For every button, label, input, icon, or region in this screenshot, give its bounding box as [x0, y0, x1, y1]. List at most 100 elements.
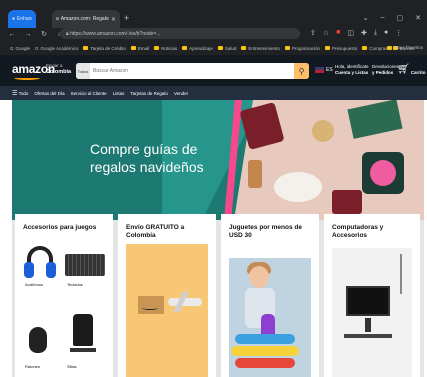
tab-search-icon[interactable]: ⌄	[363, 14, 369, 22]
lamp-image	[400, 254, 402, 294]
new-tab-button[interactable]: +	[124, 13, 129, 23]
child-image	[249, 266, 269, 288]
bookmark-folder[interactable]: Entretenimiento	[241, 46, 280, 51]
monitor-image	[365, 318, 371, 332]
tile-label[interactable]: Teclados	[67, 282, 83, 287]
nav-item[interactable]: Vender	[174, 91, 188, 96]
card-computers[interactable]: Computadoras y Accesorios	[324, 214, 420, 377]
card-title: Accesorios para juegos	[23, 224, 97, 231]
bookmark-folder[interactable]: Noticias	[154, 46, 177, 51]
account-menu[interactable]: Hola, identifícate Cuenta y Listas	[335, 64, 369, 76]
minimize-icon[interactable]: –	[381, 14, 385, 22]
hero-title: Compre guías de regalos navideños	[90, 141, 204, 175]
card-toys[interactable]: Juguetes por menos de USD 30	[221, 214, 319, 377]
tab-amazon[interactable]: a Amazon.com: Regalos navideños ✕	[52, 10, 120, 28]
bookmark-folder[interactable]: Presupuesto	[324, 46, 357, 51]
back-icon[interactable]: ←	[8, 31, 16, 38]
gift-item	[274, 172, 322, 202]
bookmark-folder[interactable]: Programación	[284, 46, 320, 51]
package-icon	[138, 296, 164, 314]
maximize-icon[interactable]: ▢	[397, 14, 404, 22]
hero-banner[interactable]: Compre guías de regalos navideños	[12, 100, 424, 220]
menu-icon[interactable]: ⋮	[395, 29, 402, 37]
url-text: https://www.amazon.com/-/es/b?node=...	[70, 30, 161, 37]
star-icon[interactable]: ☆	[323, 29, 329, 37]
share-icon[interactable]: ⇪	[310, 29, 316, 37]
other-bookmarks[interactable]: Otros favoritos	[386, 45, 423, 50]
bookmark-folder[interactable]: Compras	[362, 46, 388, 51]
flag-icon	[315, 67, 324, 73]
tab-enhance[interactable]: ● Enhance	[8, 10, 36, 28]
search-category-dropdown[interactable]: Todos	[76, 63, 90, 79]
gift-item	[312, 120, 334, 142]
search-button[interactable]: ⚲	[294, 63, 309, 79]
extensions: ⇪ ☆ ■ ◫ ✚ ⤓ ● ⋮	[310, 29, 402, 37]
hamburger-icon: ☰	[12, 90, 18, 97]
tile-label[interactable]: Audífonos	[25, 282, 43, 287]
puzzle-icon[interactable]: ✚	[361, 29, 367, 37]
extension-icon[interactable]: ◫	[347, 29, 354, 37]
bookmark-scholar[interactable]: G Google Académico	[35, 46, 78, 51]
toy-piece	[235, 358, 295, 368]
headset-image	[24, 262, 34, 278]
profile-icon[interactable]: ●	[384, 29, 388, 37]
extension-red-icon[interactable]: ■	[336, 29, 340, 37]
tile-label[interactable]: Ratones	[25, 364, 40, 369]
lock-icon: 🔒︎	[66, 30, 69, 37]
search-bar: Todos ⚲	[76, 63, 309, 79]
bookmark-folder[interactable]: Email	[130, 46, 149, 51]
toolbar: ← → ↻ ⌂ 🔒︎ https://www.amazon.com/-/es/b…	[0, 27, 427, 41]
toy-piece	[231, 346, 299, 356]
folder-icon	[154, 46, 160, 50]
bookmark-folder[interactable]: Aprendizaje	[182, 46, 213, 51]
orders-link[interactable]: Devoluciones y Pedidos	[372, 64, 399, 76]
search-input[interactable]	[90, 63, 294, 79]
card-free-shipping[interactable]: Envío GRATUITO a Colombia	[118, 214, 216, 377]
address-bar[interactable]: 🔒︎ https://www.amazon.com/-/es/b?node=..…	[60, 28, 300, 39]
amazon-favicon-icon: a	[56, 16, 59, 22]
keyboard-image[interactable]	[65, 254, 105, 276]
toy-piece	[235, 334, 295, 344]
card-title: Computadoras y Accesorios	[332, 224, 384, 239]
card-gaming-accessories[interactable]: Accesorios para juegos Audífonos Teclado…	[15, 214, 113, 377]
bookmark-folder[interactable]: Tarjeta de Crédito	[83, 46, 126, 51]
amazon-header: amazon Enviar a Colombia Todos ⚲ ES Hola…	[0, 55, 427, 86]
chair-image	[70, 348, 96, 352]
sub-navigation: ☰ Todo Ofertas del Día Servicio al Clien…	[0, 86, 427, 100]
nav-item[interactable]: Listas	[113, 91, 125, 96]
folder-icon	[362, 46, 368, 50]
bookmark-google[interactable]: G Google	[10, 46, 30, 51]
desk-image	[344, 334, 392, 338]
close-tab-icon[interactable]: ✕	[111, 16, 116, 23]
nav-item[interactable]: Servicio al Cliente	[71, 91, 107, 96]
folder-icon	[130, 46, 136, 50]
amazon-smile-icon	[14, 76, 40, 80]
card-title: Juguetes por menos de USD 30	[229, 224, 302, 239]
all-menu[interactable]: ☰ Todo	[12, 90, 28, 97]
chair-image[interactable]	[73, 314, 93, 346]
headset-image	[46, 262, 56, 278]
reload-icon[interactable]: ↻	[40, 30, 48, 38]
tile-label[interactable]: Sillas	[67, 364, 77, 369]
folder-icon	[284, 46, 290, 50]
forward-icon[interactable]: →	[24, 31, 32, 38]
browser-chrome: ● Enhance a Amazon.com: Regalos navideño…	[0, 0, 427, 55]
google-icon: G	[10, 45, 14, 51]
close-window-icon[interactable]: ✕	[415, 14, 421, 22]
tab-label: Enhance	[17, 16, 32, 22]
deliver-to[interactable]: Enviar a Colombia	[46, 63, 71, 75]
language-selector[interactable]: ES	[315, 67, 333, 73]
amazon-smile-icon	[142, 306, 158, 310]
bookmark-folder[interactable]: Salud	[217, 46, 236, 51]
google-icon: G	[35, 45, 39, 51]
bookmarks-bar: G Google G Google Académico Tarjeta de Cré…	[0, 42, 427, 54]
gift-item	[332, 190, 362, 214]
download-icon[interactable]: ⤓	[374, 29, 377, 37]
tab-favicon-icon: ●	[12, 16, 16, 22]
nav-item[interactable]: Ofertas del Día	[34, 91, 64, 96]
window-controls: ⌄ – ▢ ✕	[363, 14, 421, 22]
mouse-image[interactable]	[29, 327, 47, 353]
tab-label: Amazon.com: Regalos navideños	[60, 16, 109, 22]
nav-item[interactable]: Tarjetas de Regalo	[130, 91, 168, 96]
cart-button[interactable]: 🛒︎ Carrito	[397, 65, 425, 76]
